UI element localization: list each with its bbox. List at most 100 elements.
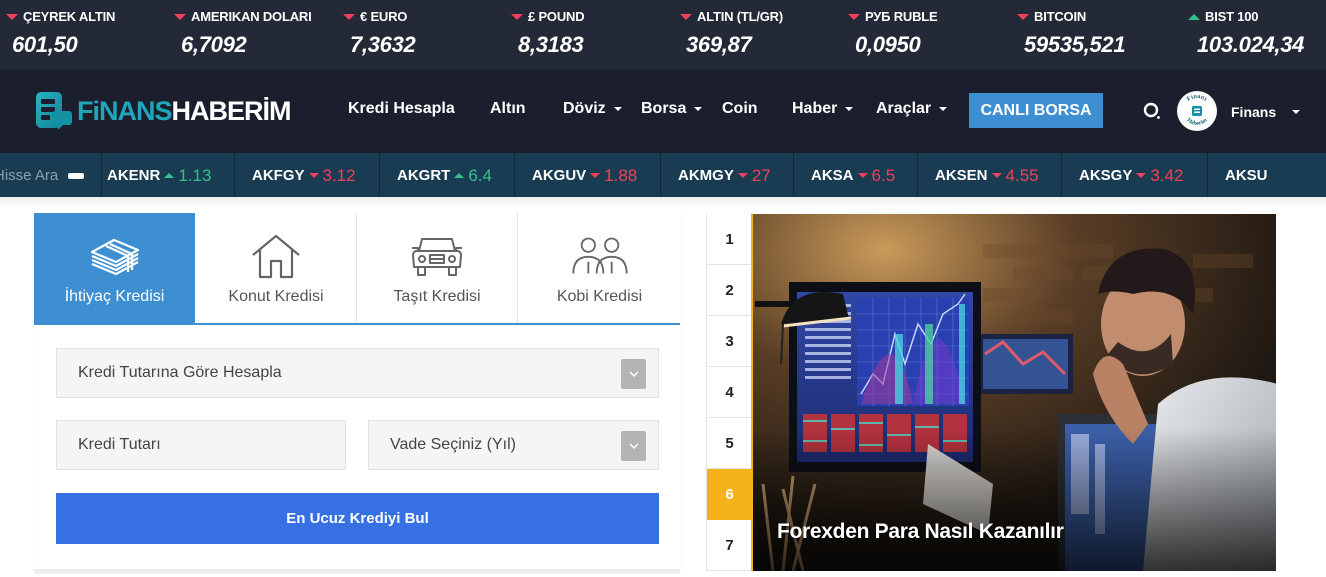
trend-up-icon [164, 173, 175, 178]
slider-page-3[interactable]: 3 [707, 316, 752, 367]
slider-page-2[interactable]: 2 [707, 265, 752, 316]
page-shade [0, 197, 1326, 207]
chevron-down-icon [939, 107, 948, 111]
chevron-down-icon [845, 107, 854, 111]
chevron-down-icon[interactable] [621, 431, 646, 461]
tab-ihtiyac-kredisi[interactable]: İhtiyaç Kredisi [34, 213, 195, 323]
nav-kredi-hesapla[interactable]: Kredi Hesapla [348, 100, 455, 118]
ticker-item[interactable]: AKSGY 3.42 [1061, 153, 1207, 197]
ticker-item[interactable]: AKSU [1207, 153, 1267, 197]
trend-down-icon [1017, 13, 1029, 20]
avatar[interactable]: Finans Haberim [1177, 91, 1217, 131]
house-icon [246, 231, 306, 281]
tab-konut-kredisi[interactable]: Konut Kredisi [196, 213, 357, 323]
nav-araclar[interactable]: Araçlar [876, 100, 948, 118]
currency-value: 8,3183 [518, 32, 584, 57]
currency-label: £ POUND [528, 9, 585, 24]
ticker-item[interactable]: AKFGY 3.12 [234, 153, 379, 197]
nav-haber[interactable]: Haber [792, 100, 854, 118]
trader-photo [753, 214, 1276, 571]
main-nav: FiNANSHABERİM Kredi Hesapla Altın Döviz … [0, 70, 1326, 152]
user-menu[interactable]: Finans [1231, 104, 1301, 120]
ticker-item[interactable]: AKSEN 4.55 [917, 153, 1061, 197]
currency-value: 7,3632 [350, 32, 416, 57]
credit-calculator: İhtiyaç Kredisi Konut Kredisi Taşıt Kred… [34, 213, 680, 573]
calc-type-select[interactable]: Kredi Tutarına Göre Hesapla [56, 348, 659, 398]
currency-label: ALTIN (TL/GR) [697, 9, 783, 24]
car-icon [407, 231, 467, 281]
site-logo[interactable]: FiNANSHABERİM [35, 90, 292, 132]
chevron-down-icon [1292, 110, 1301, 114]
credit-amount-placeholder: Kredi Tutarı [78, 436, 161, 453]
logo-icon [36, 92, 72, 130]
slider-page-6[interactable]: 6 [707, 469, 752, 520]
ticker-item[interactable]: AKMGY 27 [660, 153, 793, 197]
slider-page-5[interactable]: 5 [707, 418, 752, 469]
term-value: Vade Seçiniz (Yıl) [390, 436, 516, 453]
logo-text: FiNANSHABERİM [77, 95, 292, 126]
currency-value: 59535,521 [1024, 32, 1126, 57]
currency-label: BIST 100 [1205, 9, 1259, 24]
trend-down-icon [848, 13, 860, 20]
nav-coin[interactable]: Coin [722, 100, 758, 118]
currency-bar: ÇEYREK ALTIN 601,50 AMERIKAN DOLARI 6,70… [0, 0, 1326, 70]
headline-image[interactable]: Forexden Para Nasıl Kazanılır [751, 214, 1276, 571]
stock-search-input[interactable]: Hisse Ara [0, 153, 101, 197]
trend-down-icon [174, 13, 186, 20]
trend-down-icon [511, 13, 523, 20]
currency-label: € EURO [360, 9, 408, 24]
slider-page-1[interactable]: 1 [707, 214, 752, 265]
search-icon[interactable] [1143, 102, 1161, 120]
headline-title[interactable]: Forexden Para Nasıl Kazanılır [777, 520, 1064, 544]
trend-down-icon [343, 13, 355, 20]
credit-type-tabs: İhtiyaç Kredisi Konut Kredisi Taşıt Kred… [34, 213, 680, 325]
people-icon [570, 231, 630, 281]
currency-label: РУБ RUBLE [865, 9, 938, 24]
slider-pagination: 1 2 3 4 5 6 7 [706, 214, 752, 571]
stock-search-placeholder: Hisse Ara [0, 167, 59, 184]
trend-down-icon [737, 173, 748, 178]
avatar-logo-icon: Finans Haberim [1178, 92, 1216, 130]
currency-label: BITCOIN [1034, 9, 1087, 24]
trend-down-icon [590, 173, 601, 178]
chevron-down-icon[interactable] [621, 359, 646, 389]
ticker-item[interactable]: AKENR 1.13 [101, 153, 234, 197]
currency-label: ÇEYREK ALTIN [23, 9, 116, 24]
trend-down-icon [991, 173, 1002, 178]
chevron-down-icon [613, 107, 622, 111]
tab-label: Kobi Kredisi [556, 288, 643, 305]
ticker-item[interactable]: AKGRT 6.4 [379, 153, 514, 197]
find-cheapest-credit-button[interactable]: En Ucuz Krediyi Bul [56, 493, 659, 544]
credit-amount-input[interactable]: Kredi Tutarı [56, 420, 346, 470]
currency-value: 601,50 [12, 32, 78, 57]
user-name: Finans [1231, 104, 1277, 120]
trend-down-icon [6, 13, 18, 20]
live-borsa-button[interactable]: CANLI BORSA [969, 93, 1103, 128]
nav-doviz[interactable]: Döviz [563, 100, 622, 118]
trend-down-icon [857, 173, 868, 178]
money-stack-icon [85, 231, 145, 281]
trend-down-icon [1136, 173, 1147, 178]
currency-value: 103.024,34 [1197, 32, 1305, 57]
tab-label: İhtiyaç Kredisi [64, 288, 165, 305]
currency-value: 369,87 [686, 32, 752, 57]
ticker-item[interactable]: AKSA 6.5 [793, 153, 917, 197]
slider-page-7[interactable]: 7 [707, 520, 752, 571]
trend-up-icon [454, 173, 465, 178]
tab-tasit-kredisi[interactable]: Taşıt Kredisi [357, 213, 518, 323]
slider-page-4[interactable]: 4 [707, 367, 752, 418]
divider [34, 569, 680, 573]
search-toggle-icon[interactable] [68, 172, 85, 179]
nav-altin[interactable]: Altın [490, 100, 526, 118]
term-select[interactable]: Vade Seçiniz (Yıl) [368, 420, 659, 470]
ticker-item[interactable]: AKGUV 1.88 [514, 153, 660, 197]
tab-label: Taşıt Kredisi [393, 288, 481, 305]
stock-ticker: Hisse Ara AKENR 1.13 AKFGY 3.12 AKGRT 6.4 A… [0, 152, 1326, 197]
trend-down-icon [308, 173, 319, 178]
currency-value: 6,7092 [181, 32, 247, 57]
nav-borsa[interactable]: Borsa [641, 100, 703, 118]
tab-kobi-kredisi[interactable]: Kobi Kredisi [519, 213, 680, 323]
tab-label: Konut Kredisi [228, 288, 324, 305]
headline-slider: 1 2 3 4 5 6 7 Forexden Para Nasıl Kazanı… [706, 214, 1276, 571]
currency-label: AMERIKAN DOLARI [191, 9, 312, 24]
